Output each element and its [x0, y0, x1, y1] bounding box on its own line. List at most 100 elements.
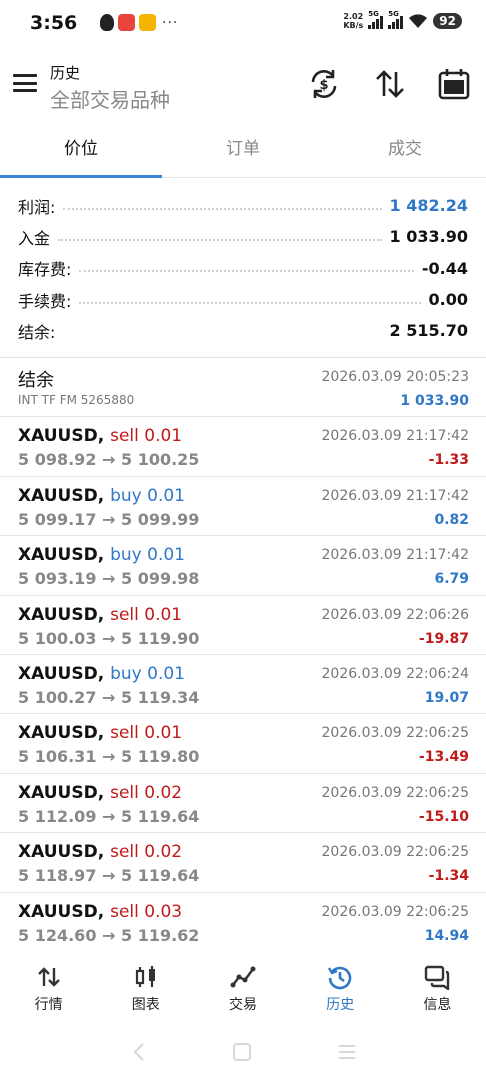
- deal-row[interactable]: XAUUSD, sell 0.02 5 112.09 → 5 119.64 2026…: [0, 774, 486, 834]
- deal-amount: 1 033.90: [400, 393, 469, 409]
- deal-profit: -13.49: [418, 749, 469, 766]
- quotes-icon: [37, 967, 60, 987]
- summary-label: 手续费:: [18, 291, 72, 311]
- wifi-icon: [409, 14, 428, 28]
- deal-symbol-name: XAUUSD,: [18, 842, 105, 863]
- summary-row-balance: 结余: 2 515.70: [0, 315, 486, 346]
- deal-prices: 5 100.27 → 5 119.34: [18, 687, 200, 707]
- dotted-leader: [63, 333, 381, 335]
- chart-icon: [135, 966, 155, 987]
- deal-prices: 5 099.17 → 5 099.99: [18, 509, 200, 529]
- deal-symbol: XAUUSD, sell 0.01: [18, 723, 182, 743]
- recent-apps-icon[interactable]: [337, 1042, 357, 1062]
- deal-profit: 0.82: [434, 511, 469, 528]
- deal-symbol: XAUUSD, buy 0.01: [18, 545, 185, 565]
- balance-title: 结余: [18, 370, 54, 391]
- penguin-app-icon: [100, 14, 114, 31]
- balance-description: INT TF FM 5265880: [18, 393, 135, 407]
- deal-symbol: XAUUSD, sell 0.01: [18, 426, 182, 446]
- summary-label: 入金: [18, 228, 51, 248]
- tab-positions[interactable]: 价位: [0, 126, 162, 178]
- summary-value: 0.00: [428, 290, 468, 310]
- deal-profit: -15.10: [418, 808, 469, 825]
- balance-row[interactable]: 结余 INT TF FM 5265880 2026.03.09 20:05:23…: [0, 358, 486, 418]
- deal-side-volume: sell 0.01: [110, 604, 183, 625]
- deal-row[interactable]: XAUUSD, sell 0.01 5 100.03 → 5 119.90 2026…: [0, 596, 486, 655]
- deal-row[interactable]: XAUUSD, sell 0.03 5 124.60 → 5 119.62 2026…: [0, 893, 486, 952]
- deal-time: 2026.03.09 22:06:24: [321, 665, 470, 682]
- deal-time: 2026.03.09 20:05:23: [321, 369, 470, 385]
- summary-row-deposit: 入金 1 033.90: [0, 221, 486, 252]
- more-notifications-icon: ···: [162, 14, 179, 31]
- deal-time: 2026.03.09 22:06:25: [321, 725, 470, 742]
- deal-profit: 6.79: [434, 571, 469, 588]
- deal-row[interactable]: XAUUSD, sell 0.01 5 106.31 → 5 119.80 2026…: [0, 714, 486, 774]
- deal-symbol-name: XAUUSD,: [18, 545, 105, 566]
- deal-time: 2026.03.09 21:17:42: [321, 487, 470, 504]
- tab-orders[interactable]: 订单: [162, 126, 324, 177]
- summary-label: 利润:: [18, 197, 56, 217]
- sort-icon[interactable]: [372, 66, 408, 102]
- deal-row[interactable]: XAUUSD, sell 0.01 5 098.92 → 5 100.25 2026…: [0, 417, 486, 477]
- deal-symbol: XAUUSD, buy 0.01: [18, 486, 185, 506]
- dotted-leader: [63, 207, 382, 210]
- deal-row[interactable]: XAUUSD, buy 0.01 5 100.27 → 5 119.34 2026.…: [0, 655, 486, 715]
- nav-quotes[interactable]: 行情: [0, 946, 97, 1022]
- dotted-leader: [79, 301, 421, 304]
- sim2-network-type: 5G: [388, 10, 399, 18]
- summary-row-profit: 利润: 1 482.24: [0, 190, 486, 221]
- nav-chart[interactable]: 图表: [97, 946, 194, 1022]
- deal-side-volume: sell 0.02: [110, 842, 183, 863]
- deal-symbol-name: XAUUSD,: [18, 782, 105, 803]
- deal-row[interactable]: XAUUSD, buy 0.01 5 099.17 → 5 099.99 2026.…: [0, 477, 486, 537]
- deal-prices: 5 106.31 → 5 119.80: [18, 747, 200, 767]
- nav-label: 历史: [326, 997, 355, 1013]
- red-app-icon: [118, 14, 135, 31]
- menu-icon[interactable]: [13, 74, 37, 92]
- deal-time: 2026.03.09 21:17:42: [321, 428, 470, 445]
- status-time: 3:56: [30, 12, 78, 34]
- deal-symbol-name: XAUUSD,: [18, 485, 105, 506]
- calendar-icon[interactable]: [436, 66, 472, 102]
- mail-app-icon: [139, 14, 156, 31]
- deal-symbol-name: XAUUSD,: [18, 426, 105, 447]
- notification-icons: ···: [100, 14, 178, 31]
- app-header: 历史 全部交易品种 $: [0, 52, 486, 118]
- deal-prices: 5 124.60 → 5 119.62: [18, 925, 200, 945]
- symbol-filter[interactable]: 全部交易品种: [50, 84, 170, 113]
- deal-side-volume: sell 0.01: [110, 723, 183, 744]
- signal-icon: 5G: [388, 10, 404, 29]
- battery-level: 92: [433, 13, 462, 29]
- nav-label: 交易: [229, 997, 257, 1013]
- nav-history[interactable]: 历史: [292, 946, 389, 1022]
- page-title: 历史: [50, 64, 81, 82]
- deal-side-volume: sell 0.02: [110, 782, 183, 803]
- nav-label: 信息: [423, 997, 452, 1013]
- tab-deals[interactable]: 成交: [324, 126, 486, 177]
- deal-row[interactable]: XAUUSD, sell 0.02 5 118.97 → 5 119.64 2026…: [0, 833, 486, 893]
- system-indicators: 2.02 KB/s 5G 5G 92: [343, 10, 462, 30]
- deal-time: 2026.03.09 21:17:42: [321, 547, 470, 564]
- deal-symbol-name: XAUUSD,: [18, 723, 105, 744]
- summary-label: 库存费:: [18, 260, 72, 280]
- network-speed-unit: KB/s: [343, 21, 364, 30]
- deal-profit: 14.94: [424, 927, 469, 944]
- summary-label: 结余:: [18, 322, 56, 342]
- network-speed-value: 2.02: [343, 12, 364, 21]
- nav-trade[interactable]: 交易: [194, 946, 291, 1022]
- currency-exchange-icon[interactable]: $: [306, 66, 342, 102]
- deal-prices: 5 100.03 → 5 119.90: [18, 628, 200, 648]
- summary-row-commission: 手续费: 0.00: [0, 284, 486, 315]
- deal-side-volume: sell 0.01: [110, 426, 183, 447]
- deal-prices: 5 098.92 → 5 100.25: [18, 450, 200, 470]
- home-icon[interactable]: [232, 1042, 252, 1062]
- dotted-leader: [79, 270, 414, 273]
- nav-messages[interactable]: 信息: [389, 946, 486, 1022]
- history-icon: [328, 966, 352, 990]
- deal-time: 2026.03.09 22:06:25: [321, 784, 470, 801]
- deal-row[interactable]: XAUUSD, buy 0.01 5 093.19 → 5 099.98 2026.…: [0, 536, 486, 596]
- history-tabs: 价位 订单 成交: [0, 126, 486, 178]
- back-icon[interactable]: [130, 1042, 148, 1062]
- deal-symbol-name: XAUUSD,: [18, 663, 105, 684]
- nav-label: 行情: [34, 997, 63, 1013]
